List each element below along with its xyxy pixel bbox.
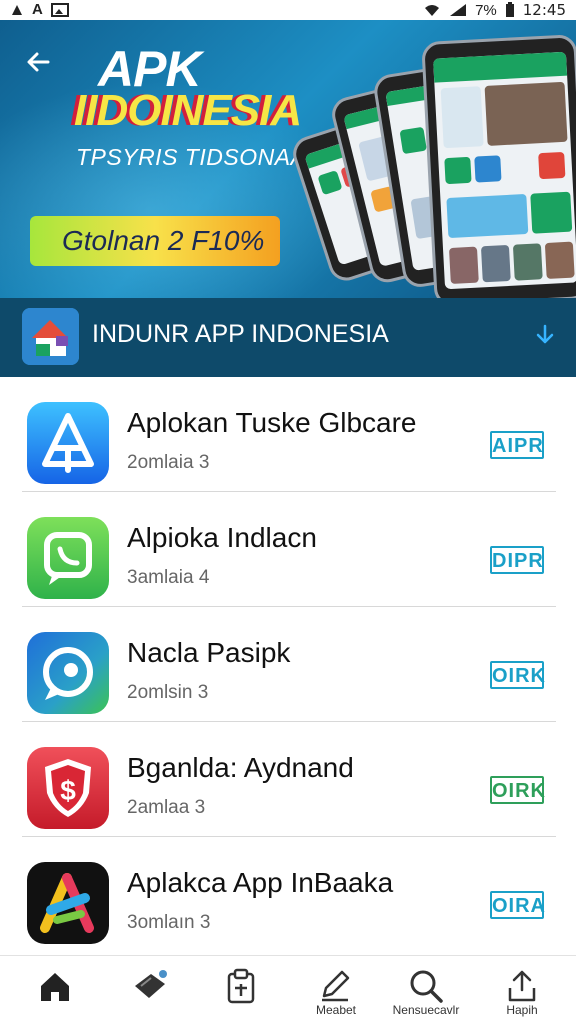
hero-cta-button[interactable]: Gtolnan 2 F10% xyxy=(30,216,280,266)
image-icon xyxy=(50,2,69,17)
app-install-badge[interactable]: AIPR xyxy=(490,431,544,459)
battery-percent: 7% xyxy=(475,1,497,19)
status-letter: A xyxy=(32,1,43,18)
app-subtitle: 2omlaia 3 xyxy=(127,452,210,473)
bottom-nav: Meabet Nensuecavlr Hapih xyxy=(0,955,576,1024)
svg-text:$: $ xyxy=(60,775,76,806)
back-arrow-icon xyxy=(27,52,50,72)
nav-share[interactable]: Hapih xyxy=(474,956,570,1024)
hero-subtitle: TPSYRIS TIDSONAA xyxy=(76,144,307,170)
share-icon xyxy=(508,970,536,1002)
phone-front xyxy=(421,34,576,298)
wifi-icon xyxy=(425,5,440,16)
app-row[interactable]: Alpioka Indlacn 3amlaia 4 DIPR xyxy=(22,492,556,607)
app-list: Aplokan Tuske Glbcare 2omlaia 3 AIPR Alp… xyxy=(0,377,576,955)
app-subtitle: 3omlaın 3 xyxy=(127,912,211,933)
nav-label: Hapih xyxy=(506,1003,538,1017)
phones-illustration xyxy=(288,28,576,298)
signal-icon xyxy=(450,4,467,16)
chat-bubble-app-icon xyxy=(27,632,109,714)
section-title: INDUNR APP INDONESIA xyxy=(92,320,389,348)
nav-label: Nensuecavlr xyxy=(392,1003,460,1017)
notification-a-icon xyxy=(12,4,22,15)
home-icon xyxy=(41,973,69,1001)
tag-icon xyxy=(135,970,167,998)
download-button[interactable] xyxy=(534,324,556,352)
download-icon xyxy=(536,324,554,344)
app-name: Aplakca App InBaaka xyxy=(127,867,394,898)
app-install-badge[interactable]: OIRK xyxy=(490,776,545,804)
colorful-a-app-icon xyxy=(27,862,109,944)
whatsapp-style-app-icon xyxy=(27,517,109,599)
nav-label: Meabet xyxy=(315,1003,357,1017)
app-row[interactable]: Nacla Pasipk 2omlsin 3 OIRK xyxy=(22,607,556,722)
app-row[interactable]: Aplokan Tuske Glbcare 2omlaia 3 AIPR xyxy=(22,377,556,492)
clipboard-icon xyxy=(227,968,255,1004)
app-name: Aplokan Tuske Glbcare xyxy=(127,407,417,438)
app-name: Bganlda: Aydnand xyxy=(127,752,354,783)
section-header: INDUNR APP INDONESIA xyxy=(0,298,576,377)
shield-dollar-app-icon: $ xyxy=(27,747,109,829)
app-row[interactable]: Aplakca App InBaaka 3omlaın 3 OIRA xyxy=(22,837,556,952)
nav-search[interactable]: Nensuecavlr xyxy=(378,956,474,1024)
app-subtitle: 2amlaa 3 xyxy=(127,797,206,818)
section-logo-icon xyxy=(22,308,79,365)
status-time: 12:45 xyxy=(522,1,566,19)
nav-home[interactable] xyxy=(7,956,103,1024)
nav-tag[interactable] xyxy=(103,956,199,1024)
blue-a-app-icon xyxy=(27,402,109,484)
app-install-badge[interactable]: DIPR xyxy=(490,546,544,574)
hero-title-line2: IIDOINESIA xyxy=(74,86,302,135)
app-name: Nacla Pasipk xyxy=(127,637,291,668)
status-bar: A 7% 12:45 xyxy=(0,0,576,20)
nav-clipboard[interactable] xyxy=(193,956,289,1024)
app-install-badge[interactable]: OIRA xyxy=(490,891,545,919)
app-install-badge[interactable]: OIRK xyxy=(490,661,545,689)
edit-icon xyxy=(322,970,350,1002)
battery-icon xyxy=(505,2,514,17)
app-subtitle: 3amlaia 4 xyxy=(127,567,210,588)
app-subtitle: 2omlsin 3 xyxy=(127,682,209,703)
app-row[interactable]: $ Bganlda: Aydnand 2amlaa 3 OIRK xyxy=(22,722,556,837)
nav-meabet[interactable]: Meabet xyxy=(288,956,384,1024)
app-name: Alpioka Indlacn xyxy=(127,522,317,553)
back-button[interactable] xyxy=(18,42,58,82)
hero-banner: APK IIDOINESIA TPSYRIS TIDSONAA Gtolnan … xyxy=(0,20,576,298)
search-icon xyxy=(410,970,443,1003)
